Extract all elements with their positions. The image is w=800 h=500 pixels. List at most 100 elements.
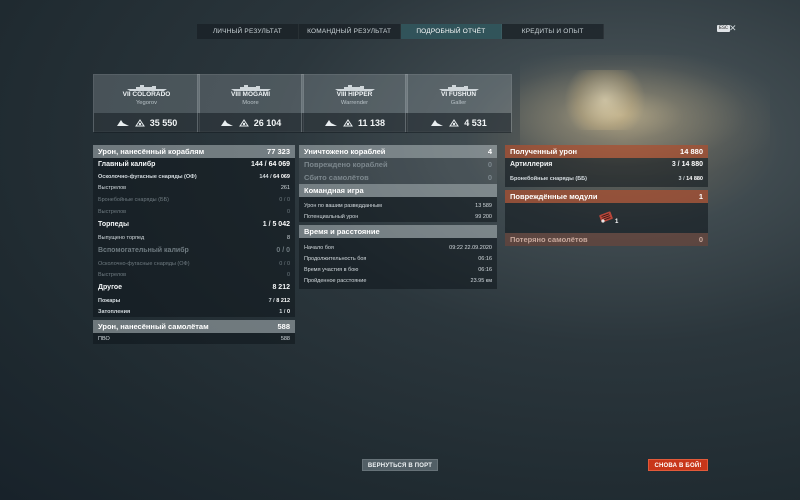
torps-launched-value: 8 [286, 234, 290, 241]
time-distance-label: Время и расстояние [304, 227, 380, 236]
sec-he-label: Осколочно-фугасные снаряды (ОФ) [98, 260, 190, 267]
ship-card[interactable]: VII COLORADO Yegorov 35 550 [93, 74, 200, 133]
planes-shot-row: Сбито самолётов 0 [299, 171, 497, 184]
planes-shot-value: 0 [487, 173, 492, 182]
battle-duration-row: Продолжительность боя 06:16 [299, 253, 497, 264]
hit-ribbon-icon [431, 120, 444, 126]
time-distance-header: Время и расстояние [299, 225, 497, 238]
plane-damage-label: Урон, нанесённый самолётам [98, 322, 209, 331]
damage-icon [343, 119, 353, 127]
ship-damage-value: 77 323 [267, 147, 290, 156]
damage-icon [449, 119, 460, 127]
tab-team-result[interactable]: КОМАНДНЫЙ РЕЗУЛЬТАТ [299, 24, 401, 39]
floods-value: 1 / 0 [279, 308, 290, 315]
artillery-value: 3 / 14 880 [671, 161, 703, 168]
aa-row: ПВО 588 [93, 333, 295, 344]
secondary-value: 0 / 0 [276, 247, 290, 254]
ship-name: VI FUSHUN [440, 91, 477, 98]
participation-label: Время участия в бою [304, 266, 359, 273]
main-battery-label: Главный калибр [98, 161, 156, 168]
he-shots-value: 261 [280, 184, 290, 191]
battle-duration-label: Продолжительность боя [304, 255, 367, 262]
potential-damage-label: Потенциальный урон [304, 213, 359, 220]
potential-damage-value: 99 200 [475, 213, 492, 220]
player-name: Moore [242, 100, 259, 106]
module-count: 1 [615, 219, 619, 225]
participation-row: Время участия в бою 06:16 [299, 264, 497, 275]
ship-silhouette-icon [335, 85, 375, 91]
he-shots-label: Выстрелов [98, 184, 127, 191]
distance-label: Пройденное расстояние [304, 277, 367, 284]
ap-shells-row: Бронебойные снаряды (ББ) 0 / 0 [93, 193, 295, 206]
ship-damage-bar: 11 138 [302, 113, 407, 133]
battle-start-row: Начало боя 09:22 22.09.2020 [299, 238, 497, 253]
modules-label: Повреждённые модули [510, 192, 598, 201]
tab-credits-xp[interactable]: КРЕДИТЫ И ОПЫТ [502, 24, 604, 39]
planes-lost-row: Потеряно самолётов 0 [505, 233, 708, 246]
damage-icon [238, 119, 249, 127]
ap-shots-value: 0 [286, 208, 290, 215]
plane-damage-header: Урон, нанесённый самолётам 588 [93, 320, 295, 333]
close-icon[interactable]: ✕ [729, 24, 737, 33]
ship-name: VIII HIPPER [336, 91, 373, 98]
battle-start-value: 09:22 22.09.2020 [449, 244, 492, 251]
tab-personal-result[interactable]: ЛИЧНЫЙ РЕЗУЛЬТАТ [197, 24, 299, 39]
ship-damage-bar: 4 531 [406, 113, 511, 133]
ship-silhouette-icon [439, 85, 479, 91]
artillery-row: Артиллерия 3 / 14 880 [505, 158, 708, 171]
ship-card[interactable]: VIII HIPPER Warrender 11 138 [301, 74, 408, 133]
he-shots-row: Выстрелов 261 [93, 182, 295, 193]
ap-received-row: Бронебойные снаряды (ББ) 3 / 14 880 [505, 171, 708, 187]
fires-label: Пожары [98, 297, 121, 304]
sec-he-value: 0 / 0 [279, 260, 290, 267]
sec-shots-value: 0 [286, 271, 290, 278]
hit-ribbon-icon [220, 120, 233, 126]
floods-label: Затопления [98, 308, 131, 315]
damaged-value: 0 [487, 160, 492, 169]
tab-detailed-report[interactable]: ПОДРОБНЫЙ ОТЧЁТ [400, 24, 503, 39]
ap-received-value: 3 / 14 880 [678, 176, 703, 182]
hit-ribbon-icon [116, 120, 129, 126]
ship-damage-value: 4 531 [464, 118, 487, 128]
damaged-module-icon[interactable] [599, 210, 613, 224]
planes-shot-label: Сбито самолётов [304, 173, 369, 182]
potential-damage-row: Потенциальный урон 99 200 [299, 211, 497, 222]
ship-name: VII COLORADO [122, 91, 171, 98]
distance-row: Пройденное расстояние 23.95 км [299, 275, 497, 289]
ship-damage-value: 26 104 [253, 118, 282, 128]
ship-silhouette-icon [127, 85, 167, 91]
ship-name: VIII MOGAMI [231, 91, 270, 98]
secondary-label: Вспомогательный калибр [98, 247, 189, 254]
battle-again-button[interactable]: СНОВА В БОЙ! [648, 459, 708, 471]
ship-damage-header: Урон, нанесённый кораблям 77 323 [93, 145, 295, 158]
main-battery-value: 144 / 64 069 [251, 161, 290, 168]
ap-received-label: Бронебойные снаряды (ББ) [510, 176, 587, 182]
main-battery-row: Главный калибр 144 / 64 069 [93, 158, 295, 171]
planes-lost-value: 0 [698, 235, 703, 244]
battle-stats-panel: Уничтожено кораблей 4 Повреждено корабле… [299, 145, 497, 289]
spotting-damage-row: Урон по вашим разведданным 13 589 [299, 197, 497, 211]
ship-damage-value: 35 550 [149, 118, 178, 128]
ship-damage-bar: 35 550 [94, 113, 199, 133]
damage-dealt-panel: Урон, нанесённый кораблям 77 323 Главный… [93, 145, 295, 344]
return-to-port-button[interactable]: ВЕРНУТЬСЯ В ПОРТ [362, 459, 438, 471]
aa-value: 588 [280, 335, 290, 342]
ship-damage-value: 11 138 [357, 118, 386, 128]
hit-ribbon-icon [324, 120, 337, 126]
modules-value: 1 [698, 192, 703, 201]
ap-shells-label: Бронебойные снаряды (ББ) [98, 196, 170, 203]
other-value: 8 212 [272, 284, 290, 291]
torps-launched-row: Выпущено торпед 8 [93, 232, 295, 243]
ship-card[interactable]: VI FUSHUN Galler 4 531 [405, 74, 512, 133]
player-name: Yegorov [135, 100, 158, 106]
spotting-damage-label: Урон по вашим разведданным [304, 202, 382, 209]
ship-card[interactable]: VIII MOGAMI Moore 26 104 [197, 74, 304, 133]
sec-he-row: Осколочно-фугасные снаряды (ОФ) 0 / 0 [93, 258, 295, 269]
he-shells-value: 144 / 64 069 [259, 173, 290, 180]
artillery-label: Артиллерия [510, 161, 553, 168]
other-label: Другое [98, 284, 123, 291]
received-label: Полученный урон [510, 147, 578, 156]
secondary-row: Вспомогательный калибр 0 / 0 [93, 243, 295, 258]
received-value: 14 880 [680, 147, 703, 156]
destroyed-row: Уничтожено кораблей 4 [299, 145, 497, 158]
